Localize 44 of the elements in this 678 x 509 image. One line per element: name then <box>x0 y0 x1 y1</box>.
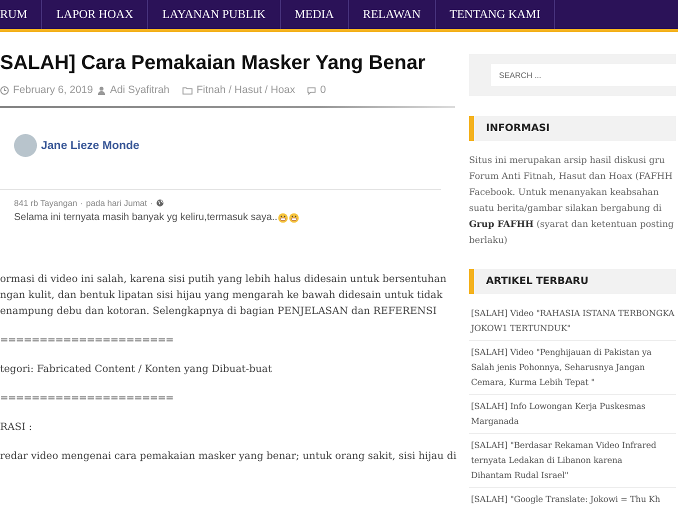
widget-heading: ARTIKEL TERBARU <box>469 269 676 294</box>
grin-emoji-icon <box>289 212 300 222</box>
article-text: ormasi di video ini salah, karena sisi putih yang lebih halus didesain untuk bersentuhan <box>0 273 448 287</box>
comment-icon <box>307 86 316 94</box>
post-time: pada hari Jumat <box>86 198 147 208</box>
article-link[interactable]: [SALAH] Video "Penghijauan di Pakistan ya Salah jenis Pohonnya, Seharusnya Jangan Cemara, Kurma Lebih Tepat " <box>469 341 676 395</box>
nav-link[interactable]: RELAWAN <box>348 0 436 29</box>
poster-name[interactable]: Jane Lieze Monde <box>41 140 140 152</box>
view-count: 841 rb Tayangan <box>14 198 78 208</box>
grin-emoji-icon <box>278 212 288 222</box>
info-text: Facebook. Untuk menanyakan keabsahan <box>469 187 660 200</box>
globe-icon <box>156 199 164 207</box>
clock-icon <box>0 86 9 94</box>
separator-text: ====================== <box>0 392 174 406</box>
nav-link[interactable]: TENTANG KAMI <box>436 0 556 29</box>
info-text: suatu berita/gambar silakan bergabung di <box>469 203 663 216</box>
widget-heading: INFORMASI <box>469 116 676 141</box>
separator-text: ====================== <box>0 334 174 348</box>
avatar-circle <box>14 134 37 157</box>
search-field[interactable]: SEARCH ... <box>491 64 676 86</box>
user-icon <box>96 86 106 94</box>
info-text: berlaku) <box>469 235 508 248</box>
folder-icon <box>182 86 192 94</box>
info-text: Forum Anti Fitnah, Hasut dan Hoax (FAFHH <box>469 171 674 184</box>
article-text: tegori: Fabricated Content / Konten yang Dibuat-buat <box>0 363 273 377</box>
info-text: Grup FAFHH (syarat dan ketentuan posting <box>469 219 675 232</box>
article-title: SALAH] Cara Pemakaian Masker Yang Benar <box>0 51 426 76</box>
article-link[interactable]: [SALAH] "Google Translate: Jokowi = Thu Kh <box>469 488 676 509</box>
article-text: enampung debu dan kotoran. Selengkapnya di bagian PENJELASAN dan REFERENSI <box>0 305 438 319</box>
nav-link[interactable]: RUM <box>0 0 42 29</box>
nav-link[interactable]: LAPOR HOAX <box>42 0 148 29</box>
article-link[interactable]: [SALAH] Video "RAHASIA ISTANA TERBONGKA JOKOW1 TERTUNDUK" <box>469 302 676 341</box>
post-text: Selama ini ternyata masih banyak yg keliru,termasuk saya.. <box>14 212 278 223</box>
info-text: Situs ini merupakan arsip hasil diskusi gru <box>469 155 666 168</box>
post-date: February 6, 2019 <box>13 84 93 96</box>
article-link[interactable]: [SALAH] "Berdasar Rekaman Video Infrared ternyata Ledakan di Libanon karena Dihantam Rudal Israel" <box>469 434 676 488</box>
nav-link[interactable]: MEDIA <box>280 0 349 29</box>
separator-dot: · <box>150 198 153 208</box>
article-text: ngan kulit, dan bentuk lipatan sisi hijau yang mengarah ke bawah didesain untuk tidak <box>0 289 444 303</box>
article-text: RASI : <box>0 421 34 435</box>
article-link[interactable]: [SALAH] Info Lowongan Kerja Puskesmas Marganada <box>469 395 676 434</box>
article-text: redar video mengenai cara pemakaian masker yang benar; untuk orang sakit, sisi hijau di <box>0 450 455 464</box>
separator-dot: · <box>80 198 84 208</box>
nav-link[interactable]: LAYANAN PUBLIK <box>148 0 281 29</box>
